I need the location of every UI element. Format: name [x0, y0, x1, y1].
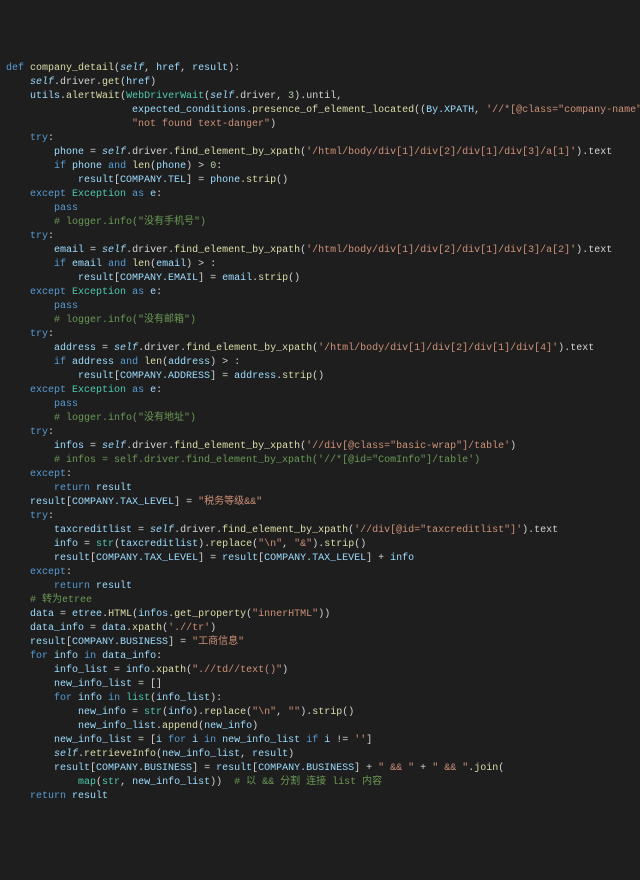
code-line: for info in data_info: — [6, 650, 634, 664]
code-line: new_info_list = [] — [6, 678, 634, 692]
code-line: result[COMPANY.EMAIL] = email.strip() — [6, 272, 634, 286]
code-line: if address and len(address) > : — [6, 356, 634, 370]
code-line: # logger.info("没有地址") — [6, 412, 634, 426]
code-line: # logger.info("没有邮箱") — [6, 314, 634, 328]
code-line: self.retrieveInfo(new_info_list, result) — [6, 748, 634, 762]
code-line: try: — [6, 328, 634, 342]
code-line: email = self.driver.find_element_by_xpat… — [6, 244, 634, 258]
code-line: expected_conditions.presence_of_element_… — [6, 104, 634, 118]
code-line: taxcreditlist = self.driver.find_element… — [6, 524, 634, 538]
code-line: # 转为etree — [6, 594, 634, 608]
code-line: phone = self.driver.find_element_by_xpat… — [6, 146, 634, 160]
code-line: return result — [6, 482, 634, 496]
code-block: def company_detail(self, href, result): … — [6, 62, 634, 804]
code-line: except Exception as e: — [6, 286, 634, 300]
code-line: new_info_list = [i for i in new_info_lis… — [6, 734, 634, 748]
code-line: new_info_list.append(new_info) — [6, 720, 634, 734]
code-line: except: — [6, 468, 634, 482]
code-line: result[COMPANY.TAX_LEVEL] = "税务等级&&" — [6, 496, 634, 510]
code-line: # infos = self.driver.find_element_by_xp… — [6, 454, 634, 468]
code-line: except Exception as e: — [6, 188, 634, 202]
code-line: if email and len(email) > : — [6, 258, 634, 272]
code-line: try: — [6, 132, 634, 146]
code-line: info = str(taxcreditlist).replace("\n", … — [6, 538, 634, 552]
code-line: map(str, new_info_list)) # 以 && 分割 连接 li… — [6, 776, 634, 790]
code-line: utils.alertWait(WebDriverWait(self.drive… — [6, 90, 634, 104]
code-line: except Exception as e: — [6, 384, 634, 398]
code-line: data = etree.HTML(infos.get_property("in… — [6, 608, 634, 622]
code-line: info_list = info.xpath(".//td//text()") — [6, 664, 634, 678]
code-line: except: — [6, 566, 634, 580]
code-line: "not found text-danger") — [6, 118, 634, 132]
code-line: result[COMPANY.ADDRESS] = address.strip(… — [6, 370, 634, 384]
code-line: pass — [6, 202, 634, 216]
code-line: pass — [6, 398, 634, 412]
code-line: result[COMPANY.BUSINESS] = result[COMPAN… — [6, 762, 634, 776]
code-line: pass — [6, 300, 634, 314]
code-line: def company_detail(self, href, result): — [6, 62, 634, 76]
code-line: result[COMPANY.TAX_LEVEL] = result[COMPA… — [6, 552, 634, 566]
code-line: return result — [6, 580, 634, 594]
code-line: infos = self.driver.find_element_by_xpat… — [6, 440, 634, 454]
code-line: result[COMPANY.BUSINESS] = "工商信息" — [6, 636, 634, 650]
code-line: # logger.info("没有手机号") — [6, 216, 634, 230]
code-line: try: — [6, 230, 634, 244]
code-line: self.driver.get(href) — [6, 76, 634, 90]
code-line: try: — [6, 426, 634, 440]
code-line: data_info = data.xpath('.//tr') — [6, 622, 634, 636]
code-line: try: — [6, 510, 634, 524]
code-line: address = self.driver.find_element_by_xp… — [6, 342, 634, 356]
code-line: return result — [6, 790, 634, 804]
code-line: if phone and len(phone) > 0: — [6, 160, 634, 174]
code-line: for info in list(info_list): — [6, 692, 634, 706]
code-line: result[COMPANY.TEL] = phone.strip() — [6, 174, 634, 188]
code-line: new_info = str(info).replace("\n", "").s… — [6, 706, 634, 720]
